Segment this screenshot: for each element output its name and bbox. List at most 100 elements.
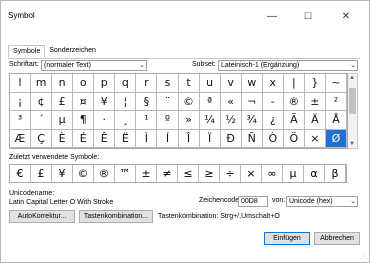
recent-symbol-cell[interactable]: © xyxy=(73,165,94,182)
resize-grip-icon[interactable]: ⋰ xyxy=(360,253,367,260)
recent-symbol-cell[interactable]: ™ xyxy=(115,165,136,182)
symbol-cell[interactable]: ¿ xyxy=(262,111,284,130)
symbol-cell[interactable]: ¬ xyxy=(241,92,263,111)
symbol-cell[interactable]: ¤ xyxy=(73,92,95,111)
symbol-cell[interactable]: £ xyxy=(52,92,74,111)
scrollbar-thumb[interactable] xyxy=(349,88,356,114)
recent-symbol-cell[interactable]: ± xyxy=(136,165,157,182)
symbol-cell[interactable]: Í xyxy=(157,129,179,148)
tab-symbols[interactable]: Symbole xyxy=(8,45,46,58)
symbol-cell[interactable]: - xyxy=(262,92,284,111)
symbol-cell[interactable]: Ë xyxy=(115,129,137,148)
symbol-cell[interactable]: Ö xyxy=(283,129,305,148)
symbol-cell[interactable]: Î xyxy=(178,129,200,148)
symbol-cell[interactable]: Ì xyxy=(136,129,158,148)
recent-symbol-cell[interactable]: µ xyxy=(283,165,304,182)
symbol-cell[interactable]: Ä xyxy=(304,111,326,130)
symbol-cell[interactable]: ´ xyxy=(31,111,53,130)
symbol-cell[interactable]: r xyxy=(136,74,158,93)
recent-symbol-cell[interactable]: ≥ xyxy=(199,165,220,182)
insert-button[interactable]: Einfügen xyxy=(264,232,310,245)
cancel-button[interactable]: Abbrechen xyxy=(314,232,360,245)
symbol-cell[interactable]: Ï xyxy=(199,129,221,148)
recent-symbol-cell[interactable]: ÷ xyxy=(220,165,241,182)
symbol-cell[interactable]: È xyxy=(52,129,74,148)
symbol-cell[interactable]: · xyxy=(94,111,116,130)
symbol-cell[interactable]: | xyxy=(283,74,305,93)
symbol-cell[interactable]: ¡ xyxy=(10,92,32,111)
recent-symbol-cell[interactable]: ≠ xyxy=(157,165,178,182)
symbol-cell[interactable]: Ç xyxy=(31,129,53,148)
symbol-cell[interactable]: u xyxy=(199,74,221,93)
symbol-cell[interactable]: ~ xyxy=(325,74,347,93)
symbol-cell[interactable]: n xyxy=(52,74,74,93)
symbol-cell[interactable]: w xyxy=(241,74,263,93)
symbol-cell[interactable]: ¹ xyxy=(136,111,158,130)
symbol-cell[interactable]: ¨ xyxy=(157,92,179,111)
font-select[interactable]: (normaler Text) ⌄ xyxy=(41,60,147,71)
scroll-down-icon[interactable]: ▼ xyxy=(349,141,355,147)
symbol-cell[interactable]: ³ xyxy=(10,111,32,130)
symbol-cell[interactable]: Ð xyxy=(220,129,242,148)
symbol-cell[interactable]: ½ xyxy=(220,111,242,130)
minimize-icon[interactable]: — xyxy=(257,5,287,27)
symbol-cell[interactable]: º xyxy=(157,111,179,130)
symbol-cell[interactable]: s xyxy=(157,74,179,93)
selected-symbol-cell[interactable]: Ø xyxy=(325,129,347,148)
tab-special-characters[interactable]: Sonderzeichen xyxy=(45,45,100,58)
symbol-cell[interactable]: ± xyxy=(304,92,326,111)
symbol-cell[interactable]: ª xyxy=(199,92,221,111)
symbol-cell[interactable]: ® xyxy=(283,92,305,111)
recent-symbol-cell[interactable]: € xyxy=(10,165,31,182)
symbol-cell[interactable]: Æ xyxy=(10,129,32,148)
symbol-cell[interactable]: ¦ xyxy=(115,92,137,111)
symbol-cell[interactable]: } xyxy=(304,74,326,93)
symbol-cell[interactable]: © xyxy=(178,92,200,111)
title-bar[interactable]: Symbol — ☐ ✕ xyxy=(1,1,369,31)
symbol-cell[interactable]: ¢ xyxy=(31,92,53,111)
subset-select[interactable]: Lateinisch-1 (Ergänzung) ⌄ xyxy=(218,60,358,71)
symbol-cell[interactable]: Å xyxy=(325,111,347,130)
symbol-grid-scrollbar[interactable]: ▲ ▼ xyxy=(348,73,358,149)
symbol-cell[interactable]: m xyxy=(31,74,53,93)
maximize-icon[interactable]: ☐ xyxy=(293,5,323,27)
char-code-input[interactable]: 00D8 xyxy=(238,196,268,207)
recent-symbol-cell[interactable]: ¥ xyxy=(52,165,73,182)
recent-symbol-cell[interactable]: ≤ xyxy=(178,165,199,182)
from-select[interactable]: Unicode (hex) ⌄ xyxy=(286,196,358,207)
symbol-cell[interactable]: § xyxy=(136,92,158,111)
symbol-cell[interactable]: Ã xyxy=(283,111,305,130)
symbol-cell[interactable]: q xyxy=(115,74,137,93)
recent-symbol-cell[interactable]: ∞ xyxy=(262,165,283,182)
recent-symbol-cell[interactable]: α xyxy=(304,165,325,182)
symbol-cell[interactable]: ¶ xyxy=(73,111,95,130)
symbol-cell[interactable]: Ê xyxy=(94,129,116,148)
symbol-cell[interactable]: ¾ xyxy=(241,111,263,130)
symbol-cell[interactable]: « xyxy=(220,92,242,111)
symbol-cell[interactable]: t xyxy=(178,74,200,93)
symbol-dialog: Symbol — ☐ ✕ Symbole Sonderzeichen Schri… xyxy=(0,0,370,263)
recent-symbol-cell[interactable]: × xyxy=(241,165,262,182)
symbol-cell[interactable]: × xyxy=(304,129,326,148)
symbol-cell[interactable]: É xyxy=(73,129,95,148)
symbol-cell[interactable]: v xyxy=(220,74,242,93)
close-icon[interactable]: ✕ xyxy=(331,5,361,27)
scroll-up-icon[interactable]: ▲ xyxy=(349,75,355,81)
symbol-cell[interactable]: Ò xyxy=(262,129,284,148)
symbol-cell[interactable]: ² xyxy=(325,92,347,111)
symbol-cell[interactable]: ¼ xyxy=(199,111,221,130)
symbol-cell[interactable]: x xyxy=(262,74,284,93)
symbol-cell[interactable]: ¸ xyxy=(115,111,137,130)
recent-symbol-cell[interactable]: β xyxy=(325,165,346,182)
autocorrect-button[interactable]: AutoKorrektur... xyxy=(9,210,75,223)
symbol-cell[interactable]: l xyxy=(10,74,32,93)
symbol-cell[interactable]: Ñ xyxy=(241,129,263,148)
symbol-cell[interactable]: o xyxy=(73,74,95,93)
symbol-cell[interactable]: ¥ xyxy=(94,92,116,111)
recent-symbol-cell[interactable]: £ xyxy=(31,165,52,182)
symbol-cell[interactable]: p xyxy=(94,74,116,93)
symbol-cell[interactable]: » xyxy=(178,111,200,130)
shortcut-key-button[interactable]: Tastenkombination... xyxy=(79,210,153,223)
symbol-cell[interactable]: µ xyxy=(52,111,74,130)
recent-symbol-cell[interactable]: ® xyxy=(94,165,115,182)
